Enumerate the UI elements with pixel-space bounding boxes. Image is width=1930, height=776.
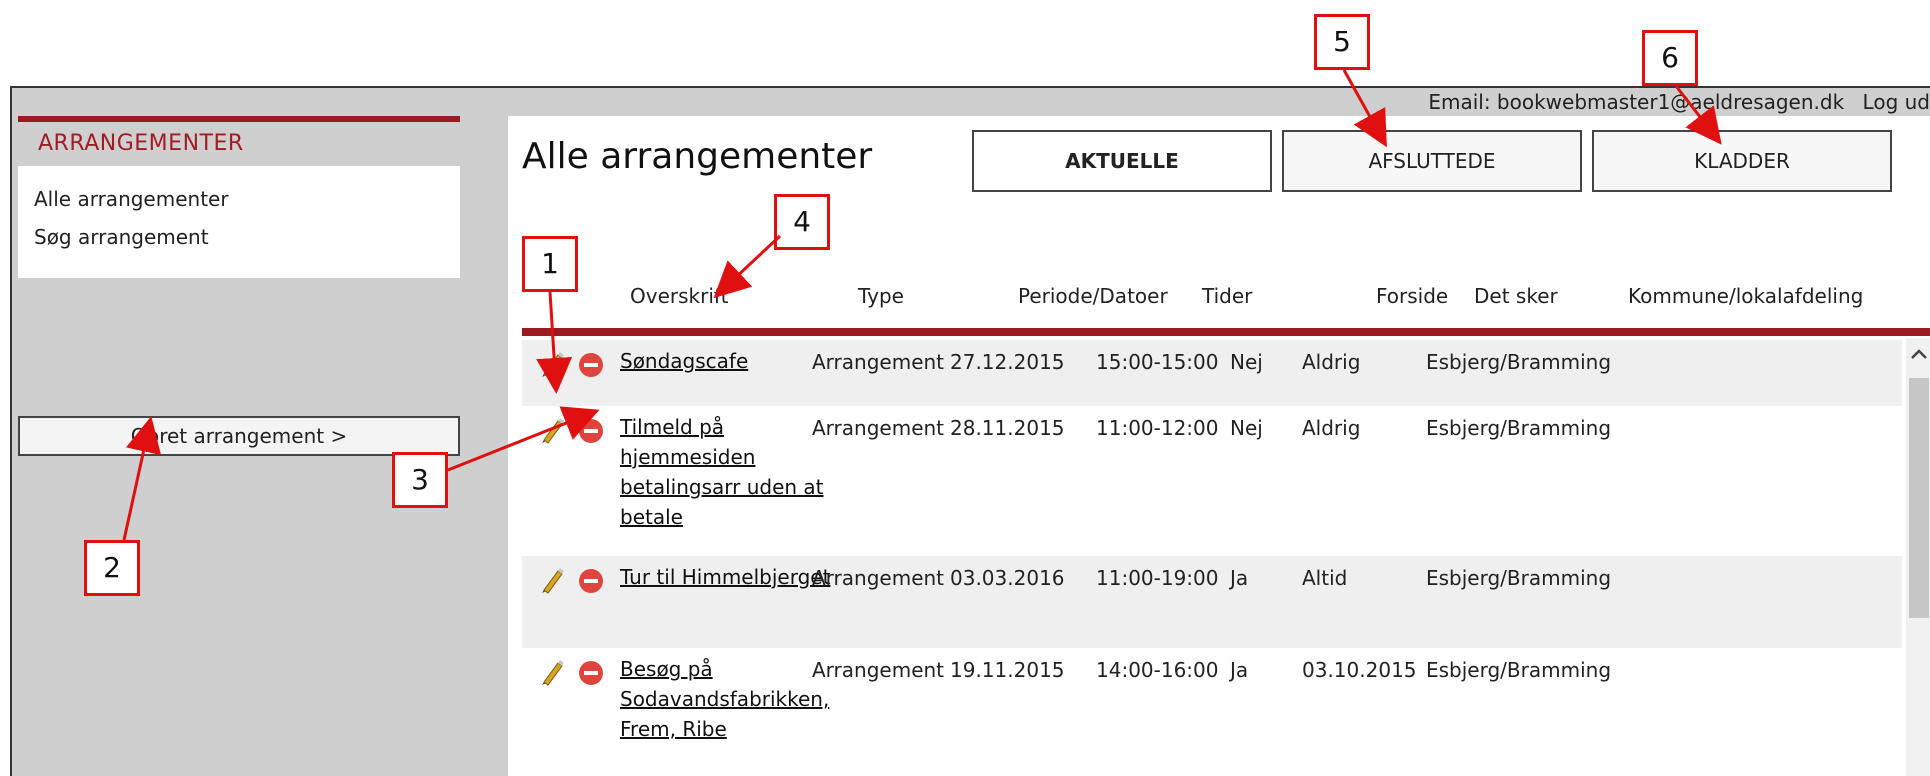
callout-3: 3 (392, 452, 448, 508)
event-happens: 03.10.2015 (1302, 658, 1417, 682)
delete-icon[interactable] (578, 418, 604, 444)
table-row: Besøg på Sodavandsfabrikken, Frem, Ribe … (522, 648, 1902, 776)
callout-5: 5 (1314, 14, 1370, 70)
table-header: Overskrift Type Periode/Datoer Tider For… (508, 278, 1930, 318)
edit-pencil-icon[interactable] (538, 416, 566, 444)
column-header-frontpage[interactable]: Forside (1376, 284, 1448, 308)
event-date: 19.11.2015 (950, 658, 1065, 682)
event-time: 11:00-19:00 (1096, 566, 1219, 590)
scrollbar-thumb[interactable] (1909, 378, 1929, 618)
edit-pencil-icon[interactable] (538, 350, 566, 378)
event-title-link[interactable]: Besøg på Sodavandsfabrikken, Frem, Ribe (620, 657, 829, 741)
tab-finished[interactable]: AFSLUTTEDE (1282, 130, 1582, 192)
table-row: Tilmeld på hjemmesiden betalingsarr uden… (522, 406, 1902, 556)
sidebar: ARRANGEMENTER Alle arrangementer Søg arr… (18, 116, 460, 456)
column-header-dates[interactable]: Periode/Datoer (1018, 284, 1168, 308)
column-header-happens[interactable]: Det sker (1474, 284, 1558, 308)
callout-2: 2 (84, 540, 140, 596)
callout-1: 1 (522, 236, 578, 292)
callout-6: 6 (1642, 30, 1698, 86)
table-row: Tur til Himmelbjerget Arrangement 03.03.… (522, 556, 1902, 648)
event-happens: Aldrig (1302, 416, 1361, 440)
header-divider (522, 328, 1930, 336)
event-type: Arrangement (812, 566, 945, 590)
chevron-up-icon[interactable] (1908, 344, 1930, 366)
event-happens: Altid (1302, 566, 1348, 590)
event-area: Esbjerg/Bramming (1426, 350, 1612, 374)
user-email: Email: bookwebmaster1@aeldresagen.dk (1428, 90, 1845, 114)
sidebar-item-search-event[interactable]: Søg arrangement (18, 218, 460, 256)
event-area: Esbjerg/Bramming (1426, 658, 1612, 682)
delete-icon[interactable] (578, 568, 604, 594)
delete-icon[interactable] (578, 352, 604, 378)
table-row: Søndagscafe Arrangement 27.12.2015 15:00… (522, 340, 1902, 406)
event-frontpage: Nej (1230, 350, 1263, 374)
callout-4: 4 (774, 194, 830, 250)
page-title: Alle arrangementer (522, 136, 873, 177)
sidebar-nav: Alle arrangementer Søg arrangement (18, 166, 460, 278)
event-title-link[interactable]: Tur til Himmelbjerget (620, 565, 830, 589)
create-event-button[interactable]: Opret arrangement > (18, 416, 460, 456)
sidebar-item-all-events[interactable]: Alle arrangementer (18, 180, 460, 218)
event-date: 03.03.2016 (950, 566, 1065, 590)
edit-pencil-icon[interactable] (538, 658, 566, 686)
event-area: Esbjerg/Bramming (1426, 416, 1612, 440)
tab-current[interactable]: AKTUELLE (972, 130, 1272, 192)
logout-link[interactable]: Log ud (1863, 90, 1930, 114)
delete-icon[interactable] (578, 660, 604, 686)
event-title-link[interactable]: Tilmeld på hjemmesiden betalingsarr uden… (620, 415, 824, 529)
sidebar-title: ARRANGEMENTER (38, 131, 244, 156)
event-type: Arrangement (812, 416, 945, 440)
column-header-area[interactable]: Kommune/lokalafdeling (1628, 284, 1863, 308)
tab-drafts[interactable]: KLADDER (1592, 130, 1892, 192)
event-date: 28.11.2015 (950, 416, 1065, 440)
event-time: 15:00-15:00 (1096, 350, 1219, 374)
event-frontpage: Ja (1230, 658, 1249, 682)
event-happens: Aldrig (1302, 350, 1361, 374)
edit-pencil-icon[interactable] (538, 566, 566, 594)
event-frontpage: Ja (1230, 566, 1249, 590)
event-type: Arrangement (812, 658, 945, 682)
column-header-type[interactable]: Type (858, 284, 904, 308)
app-window: Email: bookwebmaster1@aeldresagen.dk Log… (10, 86, 1930, 776)
event-type: Arrangement (812, 350, 945, 374)
topbar: Email: bookwebmaster1@aeldresagen.dk Log… (1030, 88, 1930, 116)
main-panel: Alle arrangementer AKTUELLE AFSLUTTEDE K… (508, 116, 1930, 776)
vertical-scrollbar[interactable] (1906, 338, 1930, 776)
column-header-title[interactable]: Overskrift (630, 284, 728, 308)
event-date: 27.12.2015 (950, 350, 1065, 374)
event-time: 11:00-12:00 (1096, 416, 1219, 440)
column-header-times[interactable]: Tider (1202, 284, 1252, 308)
event-time: 14:00-16:00 (1096, 658, 1219, 682)
event-title-link[interactable]: Søndagscafe (620, 349, 748, 373)
event-area: Esbjerg/Bramming (1426, 566, 1612, 590)
event-frontpage: Nej (1230, 416, 1263, 440)
